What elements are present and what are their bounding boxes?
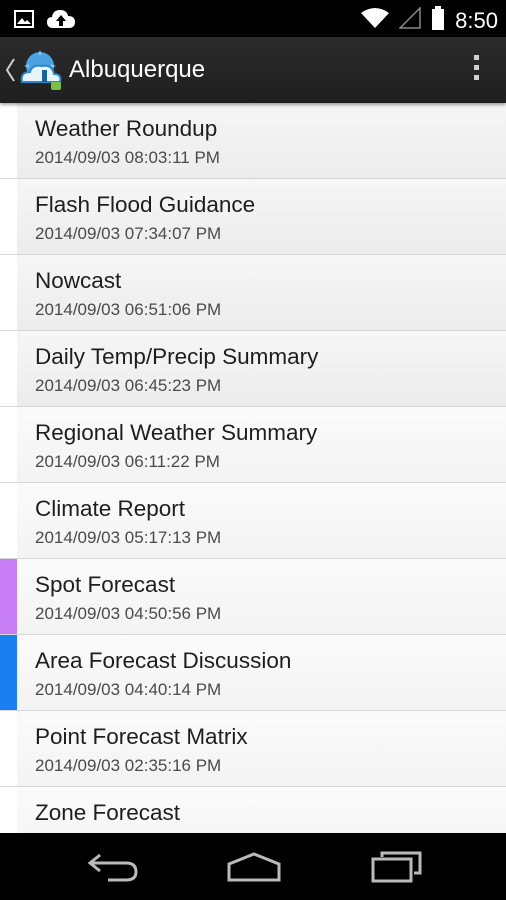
action-bar: Albuquerque xyxy=(0,37,506,103)
read-marker xyxy=(0,407,17,482)
image-notification-icon xyxy=(14,9,34,34)
status-bar: 8:50 xyxy=(0,0,506,37)
product-timestamp: 2014/09/03 05:17:13 PM xyxy=(35,528,222,547)
product-title: Spot Forecast xyxy=(35,572,176,597)
weather-app-icon[interactable] xyxy=(18,46,66,99)
product-timestamp: 2014/09/03 02:35:16 PM xyxy=(35,756,222,775)
up-caret-icon[interactable] xyxy=(4,57,16,88)
page-title: Albuquerque xyxy=(69,56,206,83)
product-timestamp: 2014/09/03 06:45:23 PM xyxy=(35,376,222,395)
product-title: Daily Temp/Precip Summary xyxy=(35,344,319,369)
product-title: Flash Flood Guidance xyxy=(35,192,256,217)
read-marker xyxy=(0,787,17,833)
read-marker xyxy=(0,635,17,710)
product-timestamp: 2014/09/03 06:11:22 PM xyxy=(35,452,220,471)
list-item[interactable]: Flash Flood Guidance 2014/09/03 07:34:07… xyxy=(0,179,506,255)
product-title: Climate Report xyxy=(35,496,186,521)
read-marker xyxy=(0,331,17,406)
read-marker xyxy=(0,179,17,254)
list-item[interactable]: Zone Forecast xyxy=(0,787,506,833)
read-marker xyxy=(0,711,17,786)
recent-apps-icon[interactable] xyxy=(370,851,422,888)
navigation-bar xyxy=(0,833,506,900)
product-timestamp: 2014/09/03 06:51:06 PM xyxy=(35,300,222,319)
read-marker xyxy=(0,483,17,558)
cloud-upload-icon xyxy=(46,8,76,35)
product-title: Point Forecast Matrix xyxy=(35,724,248,749)
list-item[interactable]: Regional Weather Summary 2014/09/03 06:1… xyxy=(0,407,506,483)
battery-icon xyxy=(431,6,445,35)
product-title: Nowcast xyxy=(35,268,122,293)
list-item[interactable]: Spot Forecast 2014/09/03 04:50:56 PM xyxy=(0,559,506,635)
overflow-menu-icon[interactable] xyxy=(470,55,482,85)
back-icon[interactable] xyxy=(86,851,140,888)
read-marker xyxy=(0,255,17,330)
list-item[interactable]: Climate Report 2014/09/03 05:17:13 PM xyxy=(0,483,506,559)
list-item[interactable]: Weather Roundup 2014/09/03 08:03:11 PM xyxy=(0,103,506,179)
product-list: Weather Roundup 2014/09/03 08:03:11 PM F… xyxy=(0,103,506,833)
read-marker xyxy=(0,103,17,178)
list-item[interactable]: Point Forecast Matrix 2014/09/03 02:35:1… xyxy=(0,711,506,787)
product-title: Regional Weather Summary xyxy=(35,420,318,445)
product-title: Zone Forecast xyxy=(35,800,181,825)
product-timestamp: 2014/09/03 04:40:14 PM xyxy=(35,680,222,699)
clock: 8:50 xyxy=(455,7,498,33)
product-timestamp: 2014/09/03 08:03:11 PM xyxy=(35,148,220,167)
signal-icon xyxy=(398,6,421,34)
home-icon[interactable] xyxy=(226,851,282,888)
product-title: Area Forecast Discussion xyxy=(35,648,292,673)
wifi-icon xyxy=(361,7,390,34)
product-timestamp: 2014/09/03 07:34:07 PM xyxy=(35,224,222,243)
list-item[interactable]: Daily Temp/Precip Summary 2014/09/03 06:… xyxy=(0,331,506,407)
read-marker xyxy=(0,559,17,634)
list-item[interactable]: Nowcast 2014/09/03 06:51:06 PM xyxy=(0,255,506,331)
list-item[interactable]: Area Forecast Discussion 2014/09/03 04:4… xyxy=(0,635,506,711)
product-timestamp: 2014/09/03 04:50:56 PM xyxy=(35,604,222,623)
product-title: Weather Roundup xyxy=(35,116,218,141)
